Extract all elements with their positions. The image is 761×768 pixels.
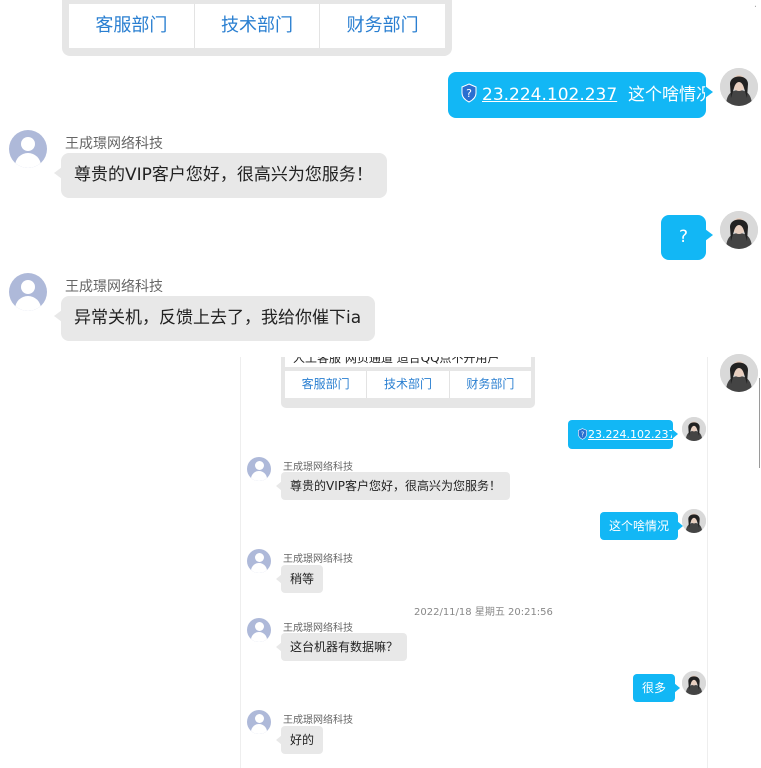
embedded-incoming-message: 好的 — [275, 726, 324, 754]
embedded-user-avatar — [682, 417, 706, 441]
user-avatar — [720, 211, 758, 249]
user-avatar — [720, 68, 758, 106]
embedded-ip-link: 23.224.102.237 — [588, 428, 676, 441]
embedded-screenshot[interactable]: 人工客服 网页通道 适合QQ点不开用户 客服部门 技术部门 财务部门 ? 23.… — [240, 357, 708, 768]
incoming-message: 尊贵的VIP客户您好，很高兴为您服务！ — [54, 153, 387, 198]
embedded-outgoing-message: 很多 — [633, 674, 681, 702]
embedded-incoming-message: 尊贵的VIP客户您好，很高兴为您服务！ — [276, 472, 510, 500]
svg-text:?: ? — [466, 87, 472, 100]
embedded-dept-button: 客服部门 — [301, 377, 350, 391]
sender-name: 王成璟网络科技 — [65, 279, 163, 295]
embedded-scrollbar — [707, 602, 708, 712]
sender-name: 王成璟网络科技 — [65, 136, 163, 152]
embedded-outgoing-message: ? 23.224.102.237 — [568, 420, 678, 449]
dept-finance-button[interactable]: 财务部门 — [319, 4, 445, 48]
corner-mark: · — [753, 2, 757, 13]
service-avatar — [9, 130, 47, 168]
embedded-dept-button: 技术部门 — [366, 371, 448, 398]
user-avatar — [720, 354, 758, 392]
embedded-incoming-message: 稍等 — [275, 565, 324, 593]
shield-question-icon: ? — [578, 428, 587, 440]
embedded-outgoing-message: 这个啥情况 — [600, 512, 684, 540]
department-row: 客服部门 技术部门 财务部门 — [69, 4, 445, 48]
embedded-dept-button: 财务部门 — [448, 371, 531, 398]
embedded-service-avatar — [247, 710, 271, 734]
service-avatar — [9, 273, 47, 311]
embedded-service-avatar — [247, 618, 271, 642]
outgoing-message: ? — [661, 215, 713, 260]
incoming-message: 异常关机，反馈上去了，我给你催下ia — [54, 296, 375, 341]
embedded-sender-name: 王成璟网络科技 — [283, 462, 353, 473]
embedded-user-avatar — [682, 671, 706, 695]
embedded-card-caption: 人工客服 网页通道 适合QQ点不开用户 — [285, 357, 531, 367]
embedded-sender-name: 王成璟网络科技 — [283, 623, 353, 634]
embedded-incoming-message: 这台机器有数据嘛？ — [275, 633, 408, 661]
dept-technical-button[interactable]: 技术部门 — [193, 4, 320, 48]
message-text: 这个啥情况 — [628, 85, 713, 105]
department-card: 客服部门 技术部门 财务部门 — [62, 0, 452, 56]
embedded-sender-name: 王成璟网络科技 — [283, 715, 353, 726]
scrollbar-track[interactable] — [759, 378, 760, 468]
embedded-department-row: 客服部门 技术部门 财务部门 — [285, 371, 531, 398]
embedded-user-avatar — [682, 509, 706, 533]
embedded-service-avatar — [247, 549, 271, 573]
shield-question-icon: ? — [461, 83, 477, 103]
dept-customer-service-button[interactable]: 客服部门 — [69, 4, 194, 48]
svg-text:?: ? — [581, 430, 585, 438]
outgoing-message: ? 23.224.102.237 这个啥情况 — [448, 72, 713, 118]
ip-link[interactable]: 23.224.102.237 — [482, 85, 617, 105]
embedded-sender-name: 王成璟网络科技 — [283, 554, 353, 565]
embedded-department-card: 人工客服 网页通道 适合QQ点不开用户 客服部门 技术部门 财务部门 — [281, 357, 535, 408]
embedded-timestamp: 2022/11/18 星期五 20:21:56 — [414, 607, 553, 618]
embedded-service-avatar — [247, 457, 271, 481]
